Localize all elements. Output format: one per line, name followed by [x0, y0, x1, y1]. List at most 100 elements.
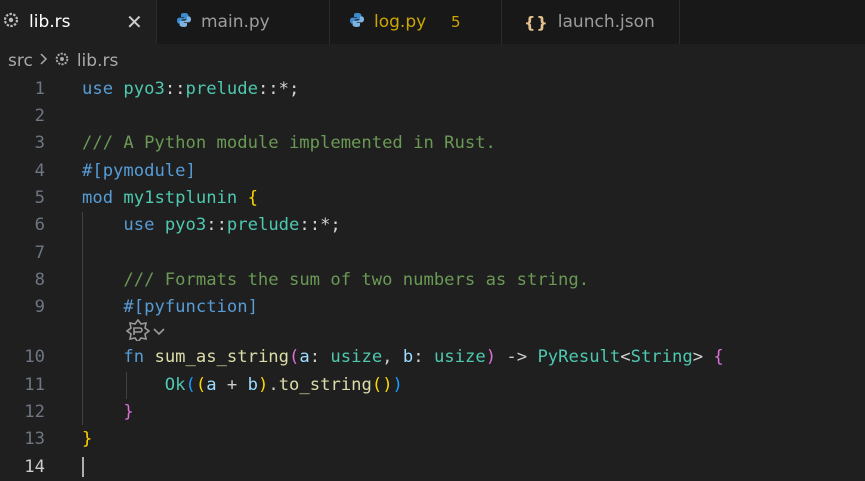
code-token: -> [496, 347, 538, 367]
code-token: a [299, 347, 310, 367]
code-token: } [123, 402, 134, 422]
code-token: b [402, 347, 414, 367]
line-number: 9 [34, 297, 45, 317]
editor-tab-bar: lib.rs ✕ main.py log.py 5 {} launch.json [0, 0, 865, 44]
code-token: pyo3 [164, 215, 207, 235]
code-token: prelude [226, 215, 300, 235]
code-line[interactable]: /// Formats the sum of two numbers as st… [82, 267, 589, 294]
code-token: prelude [185, 79, 258, 99]
codelens[interactable] [125, 318, 166, 346]
code-line[interactable]: mod my1stplunin { [82, 185, 258, 212]
code-token: pyo3 [123, 79, 165, 99]
code-line[interactable]: } [82, 399, 134, 426]
code-token: , [382, 347, 403, 367]
line-number: 7 [34, 243, 45, 263]
code-token: a [206, 375, 217, 395]
code-token: b [247, 375, 258, 395]
rust-analyzer-icon[interactable] [125, 318, 151, 346]
line-number: 5 [34, 188, 45, 208]
code-token: > [692, 347, 704, 367]
code-token: Ok [164, 375, 186, 395]
code-token: pyfunction [144, 297, 248, 317]
tab-lib-rs[interactable]: lib.rs ✕ [0, 0, 157, 44]
line-number: 3 [34, 133, 45, 153]
line-number: 11 [24, 375, 45, 395]
code-token: < [620, 347, 631, 367]
code-editor[interactable]: 1 2 3 4 5 6 7 8 9 10 11 12 13 14 use pyo3::prelude::*… [0, 76, 865, 477]
curly-braces-icon: {} [524, 12, 549, 32]
code-token: * [278, 79, 290, 99]
gear-icon [54, 51, 70, 72]
indent-guide [82, 212, 83, 425]
code-token: ) [257, 375, 269, 395]
gear-icon [2, 11, 20, 34]
code-token: :: [299, 215, 321, 235]
tab-launch-json[interactable]: {} launch.json [502, 0, 680, 44]
code-token: ) [485, 347, 497, 367]
code-line[interactable]: Ok((a + b).to_string()) [82, 372, 403, 399]
code-token: ( [289, 347, 300, 367]
code-token: use [82, 79, 114, 99]
line-number: 2 [34, 106, 45, 126]
code-line[interactable]: fn sum_as_string(a: usize, b: usize) -> … [82, 344, 724, 371]
code-token: fn [123, 347, 145, 367]
code-token: usize [433, 347, 486, 367]
line-number: 1 [34, 79, 45, 99]
code-token: /// A Python module implemented in Rust. [82, 133, 496, 153]
breadcrumb: src lib.rs [8, 48, 118, 74]
python-icon [176, 12, 192, 33]
code-token: { [713, 347, 724, 367]
code-token: #[ [82, 161, 103, 181]
code-line[interactable]: } [82, 426, 92, 453]
chevron-right-icon [39, 53, 48, 69]
code-token: () [371, 375, 393, 395]
code-token: ; [330, 215, 341, 235]
code-token: :: [206, 215, 227, 235]
code-token: pymodule [102, 161, 186, 181]
code-token: } [82, 429, 93, 449]
python-icon [349, 12, 365, 33]
line-number: 14 [24, 457, 45, 477]
code-token: : [413, 347, 434, 367]
code-token: :: [257, 79, 279, 99]
code-line[interactable]: use pyo3::prelude::*; [82, 76, 299, 103]
indent-guide [126, 372, 127, 399]
breadcrumb-file[interactable]: lib.rs [77, 51, 119, 71]
code-token: PyResult [537, 347, 621, 367]
tab-label: launch.json [557, 12, 655, 32]
code-line[interactable]: /// A Python module implemented in Rust. [82, 130, 496, 157]
breadcrumb-folder[interactable]: src [8, 51, 33, 71]
line-number: 13 [24, 429, 45, 449]
code-token: . [268, 375, 279, 395]
code-token: use [123, 215, 155, 235]
tab-label: log.py [374, 12, 427, 32]
code-line[interactable]: use pyo3::prelude::*; [82, 212, 341, 239]
tab-log-py[interactable]: log.py 5 [330, 0, 502, 44]
code-token: ; [289, 79, 300, 99]
tab-main-py[interactable]: main.py [157, 0, 330, 44]
chevron-down-icon[interactable] [152, 322, 166, 342]
code-token: String [630, 347, 693, 367]
code-line[interactable]: #[pymodule] [82, 158, 196, 185]
code-token: /// Formats the sum of two numbers as st… [123, 270, 590, 290]
tab-label: lib.rs [29, 12, 71, 32]
line-number: 4 [34, 161, 45, 181]
close-icon[interactable]: ✕ [126, 10, 143, 34]
code-token: ( [185, 375, 196, 395]
code-line[interactable]: #[pyfunction] [82, 294, 258, 321]
code-token: usize [330, 347, 383, 367]
line-number: 12 [24, 402, 45, 422]
problems-count-badge: 5 [451, 13, 461, 31]
code-token: + [216, 375, 248, 395]
code-token: sum_as_string [154, 347, 289, 367]
